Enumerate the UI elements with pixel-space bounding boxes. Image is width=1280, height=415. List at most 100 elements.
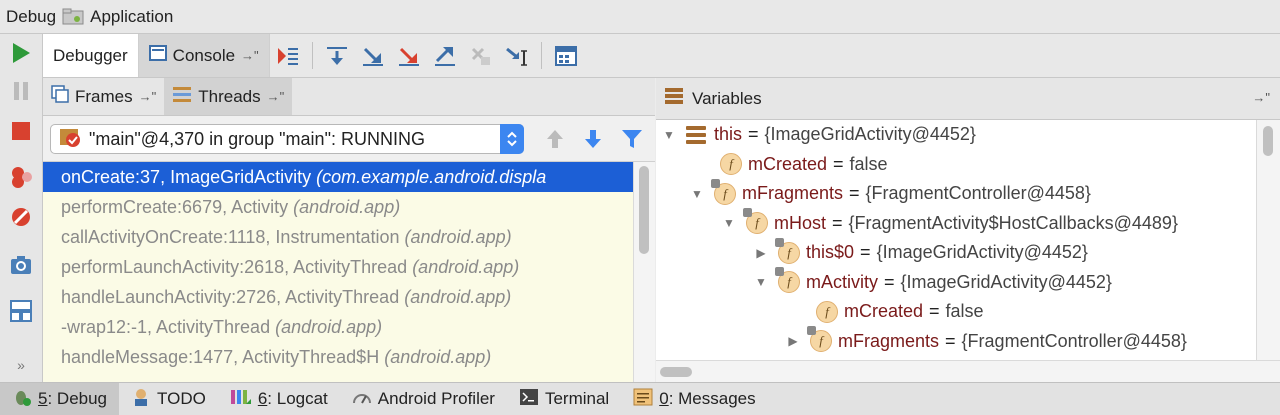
expanded-icon[interactable]: ▼ <box>662 128 676 142</box>
frame-row[interactable]: callActivityOnCreate:1118, Instrumentati… <box>43 222 633 252</box>
chevron-updown-icon[interactable] <box>500 124 524 154</box>
toolbar-separator <box>540 42 542 69</box>
pin-icon[interactable]: →" <box>267 89 285 104</box>
move-down-icon[interactable] <box>583 128 603 155</box>
left-toolbar: » <box>0 34 43 382</box>
field-icon: f <box>775 237 800 264</box>
tab-frames-label: Frames <box>75 86 133 106</box>
mute-breakpoints-icon[interactable] <box>6 202 36 232</box>
variable-row[interactable]: f mCreated = false <box>656 150 1256 180</box>
frames-threads-header: Frames →" Threads →" <box>43 78 655 116</box>
layout-settings-icon[interactable] <box>6 296 36 326</box>
tab-debugger[interactable]: Debugger <box>43 34 139 77</box>
tool-window-bar: 5: Debug TODO 6: Logcat Android Profiler… <box>0 382 1280 415</box>
drop-frame-icon[interactable] <box>463 34 499 77</box>
frame-row[interactable]: onCreate:37, ImageGridActivity (com.exam… <box>43 162 633 192</box>
pause-icon[interactable] <box>6 76 36 106</box>
stop-icon[interactable] <box>6 116 36 146</box>
thread-running-icon <box>59 126 81 153</box>
tab-threads-label: Threads <box>198 86 261 106</box>
tab-threads[interactable]: Threads →" <box>164 78 293 115</box>
view-breakpoints-icon[interactable] <box>6 162 36 192</box>
variables-hscrollbar[interactable] <box>656 360 1280 382</box>
tool-debug[interactable]: 5: Debug <box>0 383 120 415</box>
todo-icon <box>131 387 151 412</box>
tab-console-label: Console <box>172 45 236 65</box>
frames-icon <box>51 85 69 108</box>
tool-terminal[interactable]: Terminal <box>507 383 621 415</box>
tool-todo[interactable]: TODO <box>119 383 218 415</box>
tab-console[interactable]: Console →" <box>138 34 270 77</box>
variables-header: Variables →" <box>656 78 1280 120</box>
android-app-icon <box>62 8 84 26</box>
variable-row[interactable]: f mCreated = false <box>656 297 1256 327</box>
variable-row[interactable]: ▼ f mHost = {FragmentActivity$HostCallback… <box>656 208 1256 239</box>
variables-tree: ▼ this = {ImageGridActivity@4452} f mCreat… <box>656 120 1256 360</box>
threads-icon <box>172 85 192 108</box>
field-icon: f <box>807 326 832 353</box>
resume-icon[interactable] <box>6 38 36 68</box>
tool-logcat[interactable]: 6: Logcat <box>218 383 340 415</box>
tab-frames[interactable]: Frames →" <box>43 78 164 115</box>
thread-selector-value: "main"@4,370 in group "main": RUNNING <box>89 128 425 149</box>
frame-row[interactable]: performCreate:6679, Activity (android.ap… <box>43 192 633 222</box>
variable-row[interactable]: ▼ f mFragments = {FragmentController@4458} <box>656 178 1256 209</box>
expanded-icon[interactable]: ▼ <box>722 216 736 230</box>
expanded-icon[interactable]: ▼ <box>690 187 704 201</box>
field-icon: f <box>720 153 742 176</box>
debug-title: Debug <box>6 6 57 26</box>
pin-icon[interactable]: →" <box>241 48 259 63</box>
step-over-icon[interactable] <box>319 34 355 77</box>
tool-messages[interactable]: 0: Messages <box>621 383 767 415</box>
frame-row[interactable]: handleMessage:1477, ActivityThread$H (an… <box>43 342 633 372</box>
expanded-icon[interactable]: ▼ <box>754 275 768 289</box>
terminal-icon <box>519 388 539 411</box>
frame-row[interactable]: handleLaunchActivity:2726, ActivityThrea… <box>43 282 633 312</box>
scrollbar-thumb[interactable] <box>660 367 692 377</box>
app-title: Application <box>90 6 174 26</box>
frame-row[interactable]: performLaunchActivity:2618, ActivityThre… <box>43 252 633 282</box>
step-into-icon[interactable] <box>355 34 391 77</box>
show-execution-point-icon[interactable] <box>270 34 306 77</box>
force-step-into-icon[interactable] <box>391 34 427 77</box>
gauge-icon <box>352 389 372 410</box>
move-up-icon[interactable] <box>545 128 565 155</box>
debugger-toolbar: Debugger Console →" <box>43 34 1280 78</box>
field-icon: f <box>711 178 736 205</box>
title-bar: Debug Application <box>0 0 1280 34</box>
variable-row[interactable]: ▼ f mActivity = {ImageGridActivity@4452} <box>656 267 1256 298</box>
thread-selector-row: "main"@4,370 in group "main": RUNNING <box>43 116 655 162</box>
variables-vscrollbar[interactable] <box>1256 120 1280 360</box>
step-out-icon[interactable] <box>427 34 463 77</box>
field-icon: f <box>743 208 768 235</box>
variables-title: Variables <box>692 88 762 108</box>
pin-icon[interactable]: →" <box>1252 90 1270 105</box>
variables-icon <box>664 87 684 110</box>
variable-row[interactable]: ▶ f this$0 = {ImageGridActivity@4452} <box>656 237 1256 268</box>
logcat-icon <box>230 387 252 412</box>
field-icon: f <box>775 267 800 294</box>
evaluate-expression-icon[interactable] <box>548 34 584 77</box>
more-chevron-icon[interactable]: » <box>6 350 36 380</box>
scrollbar-thumb[interactable] <box>1263 126 1273 156</box>
variable-row[interactable]: ▶ f mFragments = {FragmentController@4458} <box>656 326 1256 357</box>
bug-icon <box>12 387 32 412</box>
frames-scrollbar[interactable] <box>633 162 655 382</box>
frames-list: onCreate:37, ImageGridActivity (com.exam… <box>43 162 633 382</box>
field-icon: f <box>816 300 838 323</box>
messages-icon <box>633 388 653 411</box>
thread-selector[interactable]: "main"@4,370 in group "main": RUNNING <box>50 124 524 154</box>
scrollbar-thumb[interactable] <box>639 166 649 254</box>
camera-icon[interactable] <box>6 250 36 280</box>
frame-row[interactable]: -wrap12:-1, ActivityThread (android.app) <box>43 312 633 342</box>
pin-icon[interactable]: →" <box>139 89 157 104</box>
class-icon <box>686 125 706 144</box>
run-to-cursor-icon[interactable] <box>499 34 535 77</box>
collapsed-icon[interactable]: ▶ <box>786 334 800 348</box>
filter-icon[interactable] <box>621 128 643 155</box>
collapsed-icon[interactable]: ▶ <box>754 246 768 260</box>
toolbar-separator <box>311 42 313 69</box>
variable-row[interactable]: ▼ this = {ImageGridActivity@4452} <box>656 120 1256 150</box>
tab-debugger-label: Debugger <box>53 45 128 65</box>
tool-android-profiler[interactable]: Android Profiler <box>340 383 507 415</box>
